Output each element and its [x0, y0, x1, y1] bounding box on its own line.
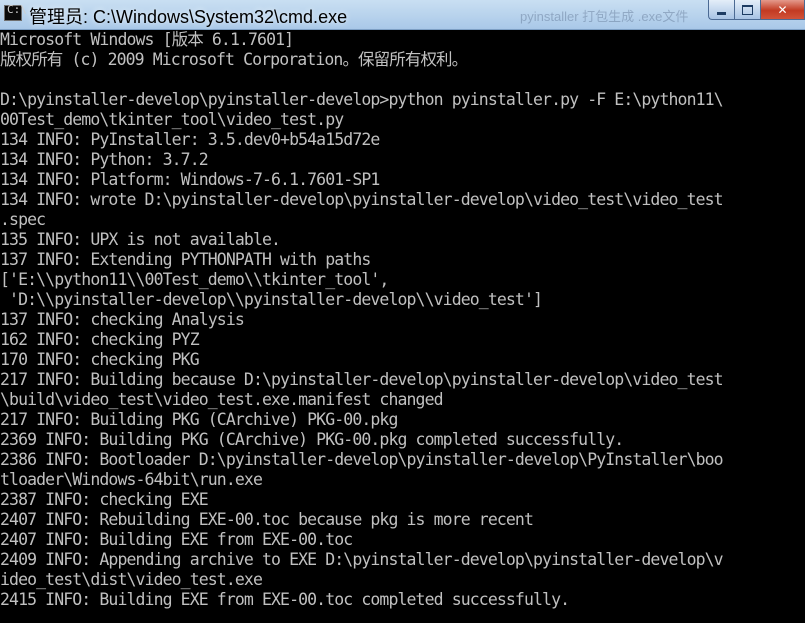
console-line: 2407 INFO: Building EXE from EXE-00.toc: [0, 530, 353, 549]
maximize-button[interactable]: [734, 0, 760, 20]
console-line: 2387 INFO: checking EXE: [0, 490, 209, 509]
window-title: 管理员: C:\Windows\System32\cmd.exe: [29, 7, 348, 27]
console-line: 2386 INFO: Bootloader D:\pyinstaller-dev…: [0, 450, 724, 469]
console-line: 137 INFO: Extending PYTHONPATH with path…: [0, 250, 371, 269]
console-line: 'D:\\pyinstaller-develop\\pyinstaller-de…: [0, 290, 543, 309]
console-line: 134 INFO: wrote D:\pyinstaller-develop\p…: [0, 190, 724, 209]
cmd-app-icon[interactable]: C:\: [4, 3, 27, 21]
console-line: 217 INFO: Building because D:\pyinstalle…: [0, 370, 724, 389]
console-line: 版权所有 (c) 2009 Microsoft Corporation。保留所有…: [0, 50, 468, 69]
prompt-glyph: C:\: [7, 3, 27, 16]
background-tab-text: pyinstaller 打包生成 .exe文件: [520, 9, 689, 24]
console-line: 00Test_demo\tkinter_tool\video_test.py: [0, 110, 344, 129]
console-line: 162 INFO: checking PYZ: [0, 330, 200, 349]
console-line: tloader\Windows-64bit\run.exe: [0, 470, 263, 489]
console-line: 170 INFO: checking PKG: [0, 350, 200, 369]
console-line: D:\pyinstaller-develop\pyinstaller-devel…: [0, 90, 724, 109]
console-line: 134 INFO: PyInstaller: 3.5.dev0+b54a15d7…: [0, 130, 380, 149]
close-button[interactable]: ✕: [760, 0, 805, 20]
console-line: ideo_test\dist\video_test.exe: [0, 570, 263, 589]
console-line: \build\video_test\video_test.exe.manifes…: [0, 390, 444, 409]
console-line: 2415 INFO: Building EXE from EXE-00.toc …: [0, 590, 570, 609]
console-line: ['E:\\python11\\00Test_demo\\tkinter_too…: [0, 270, 389, 289]
console-line: 217 INFO: Building PKG (CArchive) PKG-00…: [0, 410, 398, 429]
console-line: Microsoft Windows [版本 6.1.7601]: [0, 30, 294, 49]
minimize-button[interactable]: [708, 0, 734, 20]
minimize-icon: [717, 12, 726, 15]
console-line: 135 INFO: UPX is not available.: [0, 230, 281, 249]
console-line: 2407 INFO: Rebuilding EXE-00.toc because…: [0, 510, 534, 529]
console-lines: Microsoft Windows [版本 6.1.7601] 版权所有 (c) …: [0, 30, 805, 610]
title-bar[interactable]: C:\ 管理员: C:\Windows\System32\cmd.exe pyi…: [0, 0, 805, 30]
console-line: 2409 INFO: Appending archive to EXE D:\p…: [0, 550, 724, 569]
console-line: .spec: [0, 210, 46, 229]
window-controls: ✕: [708, 0, 805, 21]
cmd-window: C:\ 管理员: C:\Windows\System32\cmd.exe pyi…: [0, 0, 805, 623]
maximize-icon: [742, 4, 753, 15]
console-line: 2369 INFO: Building PKG (CArchive) PKG-0…: [0, 430, 624, 449]
console-line: 134 INFO: Python: 3.7.2: [0, 150, 209, 169]
console-line: 134 INFO: Platform: Windows-7-6.1.7601-S…: [0, 170, 380, 189]
console-line: 137 INFO: checking Analysis: [0, 310, 245, 329]
console-output[interactable]: Microsoft Windows [版本 6.1.7601] 版权所有 (c) …: [0, 30, 805, 623]
close-icon: ✕: [777, 2, 788, 17]
